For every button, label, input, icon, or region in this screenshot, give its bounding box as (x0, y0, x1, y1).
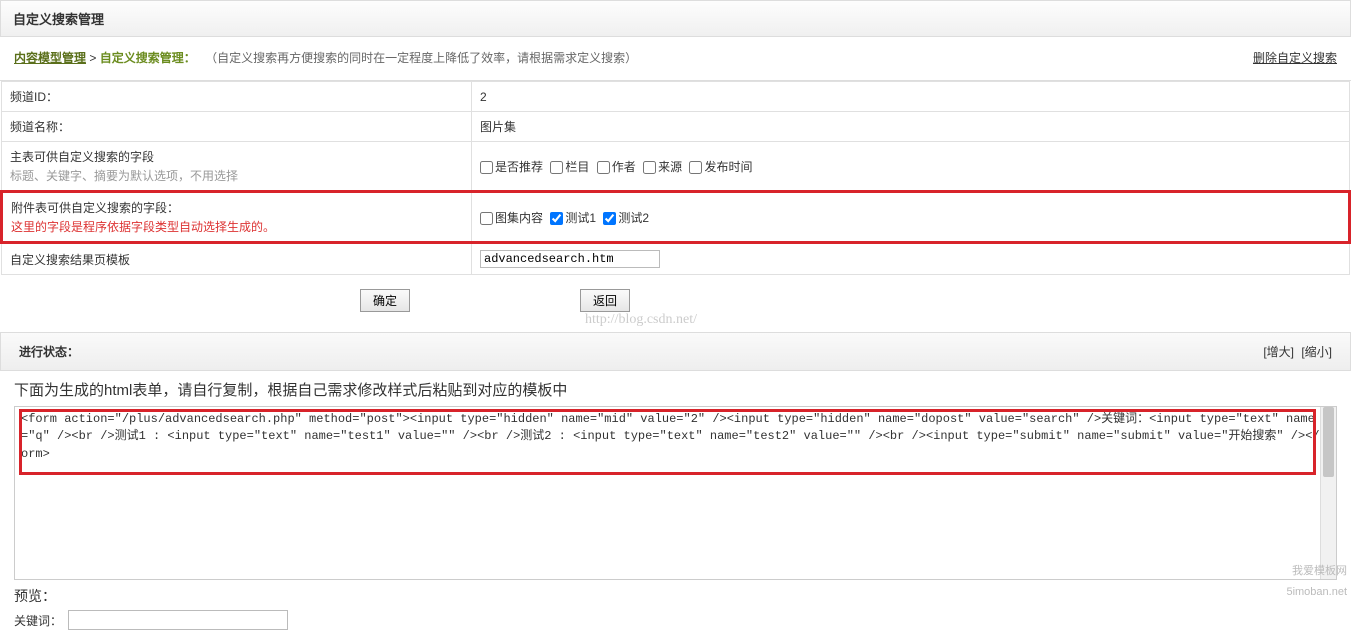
main-field-checkbox[interactable] (689, 161, 702, 174)
breadcrumb-current: 自定义搜索管理： (100, 51, 196, 65)
attach-fields-options: 图集内容 测试1 测试2 (472, 192, 1350, 243)
attach-field-checkbox[interactable] (603, 212, 616, 225)
preview-label: 预览： (14, 586, 1337, 606)
breadcrumb-root-link[interactable]: 内容模型管理 (14, 51, 86, 65)
attach-fields-sub: 这里的字段是程序依据字段类型自动选择生成的。 (11, 218, 463, 235)
channel-name-value: 图片集 (472, 112, 1350, 142)
breadcrumb-bar: 内容模型管理 > 自定义搜索管理： （自定义搜索再方便搜索的同时在一定程度上降低… (0, 37, 1351, 81)
main-fields-label-cell: 主表可供自定义搜索的字段 标题、关键字、摘要为默认选项，不用选择 (2, 142, 472, 192)
generated-code-text: <form action="/plus/advancedsearch.php" … (15, 407, 1336, 467)
form-table: 频道ID： 2 频道名称： 图片集 主表可供自定义搜索的字段 标题、关键字、摘要… (0, 81, 1351, 275)
main-field-option[interactable]: 栏目 (550, 160, 589, 174)
main-fields-label: 主表可供自定义搜索的字段 (10, 148, 463, 165)
keyword-label: 关键词： (14, 612, 62, 629)
breadcrumb-sep: > (89, 51, 96, 65)
attach-field-checkbox[interactable] (480, 212, 493, 225)
breadcrumb-desc: （自定义搜索再方便搜索的同时在一定程度上降低了效率，请根据需求定义搜索） (205, 51, 637, 65)
template-input[interactable] (480, 250, 660, 268)
attach-field-checkbox[interactable] (550, 212, 563, 225)
main-field-option[interactable]: 是否推荐 (480, 160, 543, 174)
keyword-row: 关键词： (14, 610, 1337, 630)
main-field-checkbox[interactable] (643, 161, 656, 174)
generated-code-box[interactable]: <form action="/plus/advancedsearch.php" … (14, 406, 1337, 580)
attach-field-option[interactable]: 测试1 (550, 211, 596, 225)
breadcrumb: 内容模型管理 > 自定义搜索管理： （自定义搜索再方便搜索的同时在一定程度上降低… (14, 49, 637, 66)
progress-label: 进行状态： (19, 343, 79, 360)
footer-domain: 5imoban.net (1286, 586, 1347, 598)
result-section: 下面为生成的html表单，请自行复制，根据自己需求修改样式后粘贴到对应的模板中 … (0, 371, 1351, 630)
scrollbar-thumb[interactable] (1323, 407, 1334, 477)
shrink-link[interactable]: [缩小] (1301, 345, 1332, 359)
attach-field-option[interactable]: 测试2 (603, 211, 649, 225)
footer-credit: 我爱模板网 (1292, 562, 1347, 578)
enlarge-link[interactable]: [增大] (1263, 345, 1294, 359)
main-field-option[interactable]: 作者 (597, 160, 636, 174)
attach-fields-label-cell: 附件表可供自定义搜索的字段： 这里的字段是程序依据字段类型自动选择生成的。 (2, 192, 472, 243)
scrollbar[interactable] (1320, 407, 1336, 579)
main-field-checkbox[interactable] (480, 161, 493, 174)
template-label: 自定义搜索结果页模板 (2, 243, 472, 275)
page-title: 自定义搜索管理 (0, 0, 1351, 37)
delete-custom-search-link[interactable]: 删除自定义搜索 (1253, 49, 1337, 66)
channel-id-value: 2 (472, 82, 1350, 112)
attach-field-option[interactable]: 图集内容 (480, 211, 543, 225)
keyword-input[interactable] (68, 610, 288, 630)
button-row: 确定 返回 (0, 275, 1351, 332)
channel-name-label: 频道名称： (2, 112, 472, 142)
ok-button[interactable]: 确定 (360, 289, 410, 312)
channel-id-label: 频道ID： (2, 82, 472, 112)
main-field-checkbox[interactable] (550, 161, 563, 174)
attach-fields-label: 附件表可供自定义搜索的字段： (11, 199, 463, 216)
progress-bar: 进行状态： [增大] [缩小] (0, 332, 1351, 371)
main-field-option[interactable]: 发布时间 (689, 160, 752, 174)
back-button[interactable]: 返回 (580, 289, 630, 312)
main-field-checkbox[interactable] (597, 161, 610, 174)
template-cell (472, 243, 1350, 275)
main-fields-sub: 标题、关键字、摘要为默认选项，不用选择 (10, 167, 463, 184)
result-title: 下面为生成的html表单，请自行复制，根据自己需求修改样式后粘贴到对应的模板中 (14, 379, 1337, 400)
main-fields-options: 是否推荐 栏目 作者 来源 发布时间 (472, 142, 1350, 192)
main-field-option[interactable]: 来源 (643, 160, 682, 174)
